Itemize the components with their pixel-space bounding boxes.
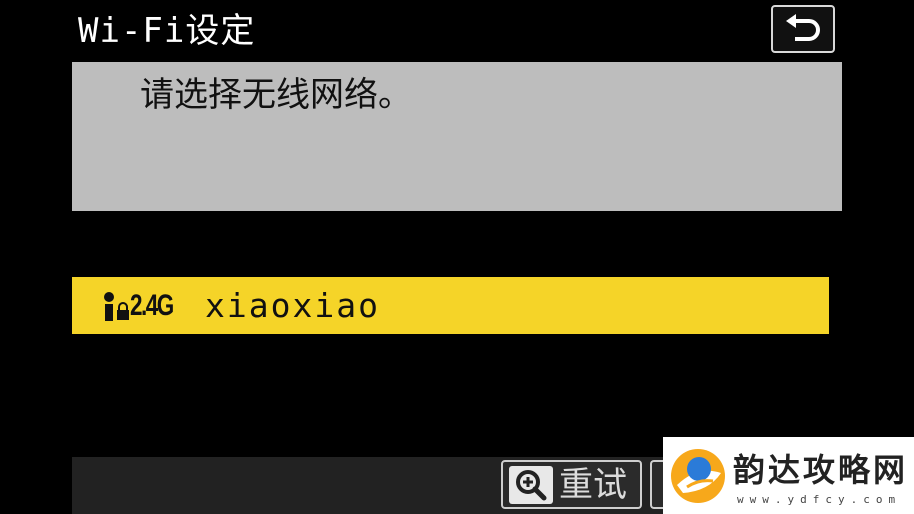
watermark: 韵达攻略网 www.ydfcy.com bbox=[663, 437, 914, 514]
network-list-item[interactable]: 2.4G xiaoxiao bbox=[72, 277, 829, 334]
watermark-url: www.ydfcy.com bbox=[737, 493, 902, 506]
retry-button[interactable]: 重试 bbox=[501, 460, 642, 509]
wifi-settings-screen: Wi-Fi设定 请选择无线网络。 2.4G xiaoxiao 重试 韵达攻略网 … bbox=[0, 0, 914, 514]
back-button[interactable] bbox=[771, 5, 835, 53]
lock-icon bbox=[117, 302, 129, 320]
return-arrow-icon bbox=[786, 14, 820, 41]
network-ssid: xiaoxiao bbox=[205, 286, 380, 325]
band-label: 2.4G bbox=[130, 289, 174, 322]
watermark-logo-icon bbox=[671, 449, 725, 503]
zoom-in-icon bbox=[509, 465, 553, 504]
watermark-name: 韵达攻略网 bbox=[733, 451, 909, 489]
message-panel: 请选择无线网络。 bbox=[72, 62, 842, 211]
instruction-text: 请选择无线网络。 bbox=[140, 75, 412, 115]
page-title: Wi-Fi设定 bbox=[78, 11, 256, 51]
retry-label: 重试 bbox=[559, 464, 627, 505]
